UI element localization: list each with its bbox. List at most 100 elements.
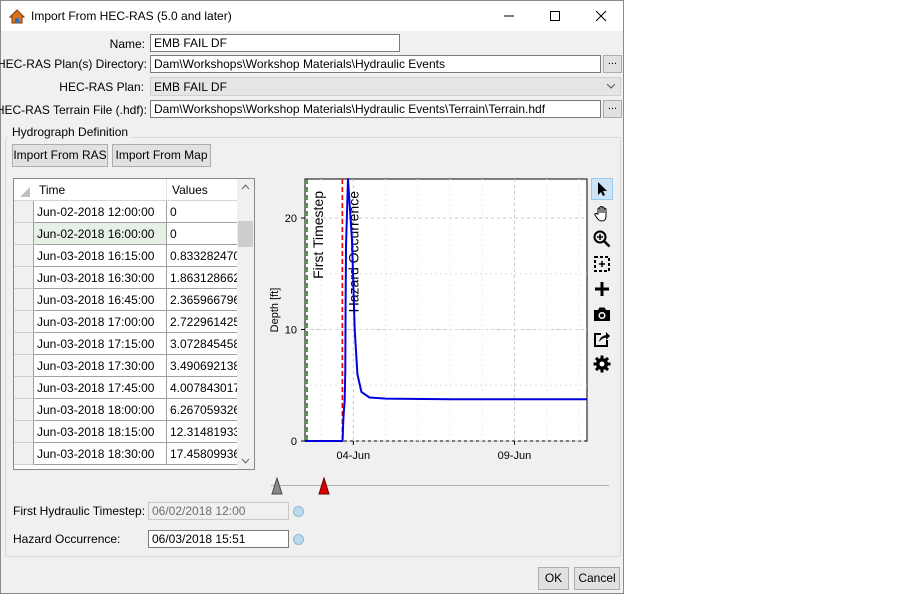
- value-cell[interactable]: 17.45809936: [167, 443, 238, 465]
- row-header[interactable]: [14, 333, 34, 355]
- time-cell[interactable]: Jun-02-2018 16:00:00: [34, 223, 167, 245]
- value-cell[interactable]: 3.490692138: [167, 355, 238, 377]
- browse-terrain-file-button[interactable]: ...: [603, 100, 622, 118]
- value-cell[interactable]: 1.863128662: [167, 267, 238, 289]
- row-header[interactable]: [14, 421, 34, 443]
- table-row[interactable]: Jun-03-2018 16:30:00 1.863128662: [14, 267, 238, 289]
- table-row[interactable]: Jun-03-2018 16:15:00 0.833282470: [14, 245, 238, 267]
- value-cell[interactable]: 3.072845458: [167, 333, 238, 355]
- ok-button[interactable]: OK: [538, 567, 569, 590]
- first-timestep-handle[interactable]: [271, 477, 283, 495]
- name-input[interactable]: EMB FAIL DF: [150, 34, 400, 52]
- export-icon: [594, 332, 610, 347]
- hazard-occurrence-label: Hazard Occurrence:: [13, 532, 121, 546]
- time-cell[interactable]: Jun-03-2018 18:15:00: [34, 421, 167, 443]
- value-cell[interactable]: 12.31481933: [167, 421, 238, 443]
- terrain-file-label: HEC-RAS Terrain File (.hdf):: [0, 103, 147, 117]
- y-tick-label: 0: [291, 436, 297, 448]
- hydrograph-group-title: Hydrograph Definition: [9, 125, 132, 139]
- table-row[interactable]: Jun-03-2018 17:30:00 3.490692138: [14, 355, 238, 377]
- time-cell[interactable]: Jun-03-2018 18:00:00: [34, 399, 167, 421]
- app-icon: [9, 9, 25, 24]
- time-cell[interactable]: Jun-02-2018 12:00:00: [34, 201, 167, 223]
- time-cell[interactable]: Jun-03-2018 16:45:00: [34, 289, 167, 311]
- scroll-down-icon[interactable]: [237, 452, 254, 469]
- settings-button[interactable]: [591, 353, 613, 375]
- time-slider[interactable]: [271, 475, 611, 497]
- column-header-time[interactable]: Time: [34, 179, 167, 201]
- add-point-button[interactable]: [591, 278, 613, 300]
- time-cell[interactable]: Jun-03-2018 17:30:00: [34, 355, 167, 377]
- table-row[interactable]: Jun-03-2018 18:00:00 6.267059326: [14, 399, 238, 421]
- row-header[interactable]: [14, 267, 34, 289]
- plan-select[interactable]: EMB FAIL DF: [150, 77, 621, 96]
- time-cell[interactable]: Jun-03-2018 17:45:00: [34, 377, 167, 399]
- y-axis-label: Depth [ft]: [269, 288, 281, 333]
- value-cell[interactable]: 2.365966796: [167, 289, 238, 311]
- row-header[interactable]: [14, 355, 34, 377]
- row-header[interactable]: [14, 311, 34, 333]
- pan-tool-button[interactable]: [591, 203, 613, 225]
- close-button[interactable]: [578, 1, 624, 31]
- table-row[interactable]: Jun-03-2018 17:00:00 2.722961425: [14, 311, 238, 333]
- hand-icon: [594, 205, 607, 222]
- y-tick-label: 10: [285, 325, 297, 337]
- row-header[interactable]: [14, 223, 34, 245]
- camera-icon: [594, 307, 610, 321]
- table-row[interactable]: Jun-03-2018 18:15:00 12.31481933: [14, 421, 238, 443]
- title-bar: Import From HEC-RAS (5.0 and later): [1, 1, 623, 31]
- select-tool-button[interactable]: [591, 178, 613, 200]
- hazard-occurrence-input[interactable]: 06/03/2018 15:51: [148, 530, 289, 548]
- row-header[interactable]: [14, 443, 34, 465]
- scroll-up-icon[interactable]: [237, 179, 254, 196]
- import-from-ras-button[interactable]: Import From RAS: [12, 144, 108, 167]
- value-cell[interactable]: 0: [167, 201, 238, 223]
- hydrograph-chart[interactable]: 0 10 20 04-Jun 09-Jun Depth [ft] First Timeste…: [263, 173, 593, 473]
- row-header[interactable]: [14, 377, 34, 399]
- row-header[interactable]: [14, 289, 34, 311]
- value-cell[interactable]: 2.722961425: [167, 311, 238, 333]
- time-cell[interactable]: Jun-03-2018 17:00:00: [34, 311, 167, 333]
- maximize-button[interactable]: [532, 1, 578, 31]
- zoom-extents-button[interactable]: [591, 253, 613, 275]
- chevron-down-icon: [607, 84, 615, 89]
- table-row[interactable]: Jun-03-2018 17:15:00 3.072845458: [14, 333, 238, 355]
- table-row[interactable]: Jun-03-2018 16:45:00 2.365966796: [14, 289, 238, 311]
- browse-plan-directory-button[interactable]: ...: [603, 55, 622, 73]
- table-row[interactable]: Jun-02-2018 12:00:00 0: [14, 201, 238, 223]
- first-timestep-marker-label: First Timestep: [310, 191, 326, 279]
- column-header-values[interactable]: Values: [167, 179, 238, 201]
- table-row[interactable]: Jun-02-2018 16:00:00 0: [14, 223, 238, 245]
- snapshot-button[interactable]: [591, 303, 613, 325]
- table-scrollbar[interactable]: [237, 179, 254, 469]
- zoom-tool-button[interactable]: [591, 228, 613, 250]
- time-cell[interactable]: Jun-03-2018 16:15:00: [34, 245, 167, 267]
- pointer-arrow-icon: [598, 182, 607, 196]
- cancel-button[interactable]: Cancel: [574, 567, 620, 590]
- row-header[interactable]: [14, 201, 34, 223]
- first-timestep-label: First Hydraulic Timestep:: [13, 504, 146, 518]
- scrollbar-thumb[interactable]: [238, 221, 253, 247]
- table-row[interactable]: Jun-03-2018 18:30:00 17.45809936: [14, 443, 238, 465]
- hydrograph-table[interactable]: Time Values Jun-02-2018 12:00:00 0 Jun-02-…: [13, 178, 255, 470]
- maximize-icon: [550, 11, 560, 21]
- corner-triangle-icon: [20, 187, 30, 197]
- value-cell[interactable]: 4.007843017: [167, 377, 238, 399]
- value-cell[interactable]: 0: [167, 223, 238, 245]
- minimize-button[interactable]: [486, 1, 532, 31]
- hazard-occurrence-handle[interactable]: [318, 477, 330, 495]
- import-from-map-button[interactable]: Import From Map: [112, 144, 211, 167]
- plan-directory-input[interactable]: Dam\Workshops\Workshop Materials\Hydraul…: [150, 55, 601, 73]
- plus-icon: [595, 282, 609, 296]
- value-cell[interactable]: 0.833282470: [167, 245, 238, 267]
- table-row[interactable]: Jun-03-2018 17:45:00 4.007843017: [14, 377, 238, 399]
- terrain-file-input[interactable]: Dam\Workshops\Workshop Materials\Hydraul…: [150, 100, 601, 118]
- export-button[interactable]: [591, 328, 613, 350]
- row-header[interactable]: [14, 399, 34, 421]
- time-cell[interactable]: Jun-03-2018 18:30:00: [34, 443, 167, 465]
- value-cell[interactable]: 6.267059326: [167, 399, 238, 421]
- time-cell[interactable]: Jun-03-2018 16:30:00: [34, 267, 167, 289]
- time-cell[interactable]: Jun-03-2018 17:15:00: [34, 333, 167, 355]
- minimize-icon: [504, 15, 514, 17]
- row-header[interactable]: [14, 245, 34, 267]
